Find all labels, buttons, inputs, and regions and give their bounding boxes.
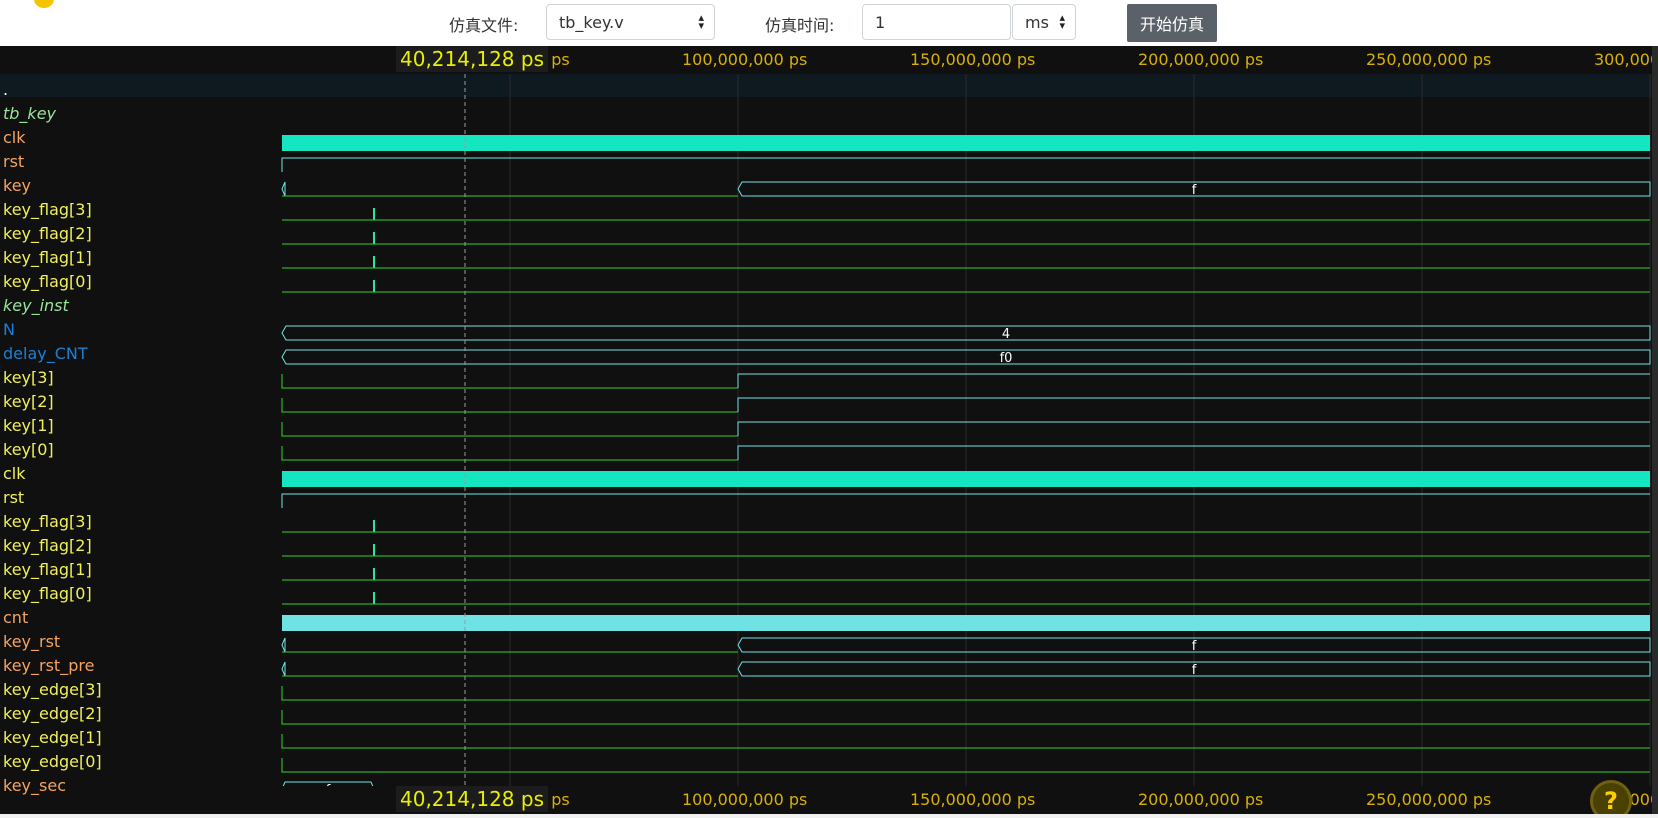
toolbar: 仿真文件: tb_key.v ▴ ▾ 仿真时间: 1 ms ▴ ▾ 开始仿真 <box>0 0 1658 46</box>
signal-name[interactable]: key[2] <box>3 392 54 411</box>
waveform-viewer[interactable]: f4f0fff 0 ps 100,000,000 ps 150,000,000 … <box>0 46 1658 814</box>
clock-wave <box>282 135 1650 151</box>
signal-name[interactable]: key_edge[3] <box>3 680 102 699</box>
ruler-tick: 200,000,000 ps <box>1138 50 1264 69</box>
signal-name[interactable]: key_flag[2] <box>3 224 92 243</box>
signal-name[interactable]: key_inst <box>3 296 69 315</box>
unit-select[interactable]: ms ▴ ▾ <box>1012 4 1076 40</box>
bus-wave <box>281 637 286 653</box>
signal-name[interactable]: key_edge[0] <box>3 752 102 771</box>
bus-wave <box>281 181 286 197</box>
file-select[interactable]: tb_key.v ▴ ▾ <box>546 4 715 40</box>
signal-name[interactable]: key <box>3 176 31 195</box>
vertical-scrollbar[interactable] <box>1652 46 1658 814</box>
signal-name[interactable]: key_sec <box>3 776 66 795</box>
signal-name[interactable]: key[1] <box>3 416 54 435</box>
signal-name[interactable]: key_flag[0] <box>3 584 92 603</box>
ruler-tick: 300,000,000 ps <box>1594 50 1658 69</box>
ruler-tick: 200,000,000 ps <box>1138 790 1264 809</box>
signal-name[interactable]: key[3] <box>3 368 54 387</box>
help-icon[interactable]: ? <box>1590 780 1632 814</box>
time-label: 仿真时间: <box>765 16 835 35</box>
clock-wave <box>282 471 1650 487</box>
signal-name[interactable]: clk <box>3 464 26 483</box>
signal-name[interactable]: N <box>3 320 15 339</box>
signal-name[interactable]: rst <box>3 152 24 171</box>
logo-icon <box>34 0 54 8</box>
ruler-tick: 250,000,000 ps <box>1366 50 1492 69</box>
bottom-edge <box>0 814 1658 818</box>
signal-name[interactable]: cnt <box>3 608 28 627</box>
bus-value: f <box>1192 639 1197 654</box>
bus-value: f0 <box>1000 351 1013 366</box>
time-input-value: 1 <box>875 13 886 32</box>
signal-name[interactable]: key_flag[3] <box>3 200 92 219</box>
signal-name[interactable]: key_flag[1] <box>3 248 92 267</box>
bus-value: 4 <box>1002 327 1010 342</box>
file-select-value: tb_key.v <box>559 13 624 32</box>
signal-name[interactable]: key_flag[2] <box>3 536 92 555</box>
signal-name[interactable]: key_edge[1] <box>3 728 102 747</box>
cursor-time-badge: 40,214,128 ps <box>396 46 548 72</box>
select-arrows-icon: ▴ ▾ <box>698 11 704 32</box>
unit-select-value: ms <box>1025 13 1049 32</box>
ruler-tick: 150,000,000 ps <box>910 790 1036 809</box>
bus-wave <box>281 661 286 677</box>
signal-name[interactable]: tb_key <box>3 104 56 123</box>
dense-wave <box>282 615 1650 631</box>
signal-name[interactable]: key_rst <box>3 632 60 651</box>
bus-value: f <box>1192 663 1197 678</box>
cursor-time-badge: 40,214,128 ps <box>396 786 548 812</box>
signal-name[interactable]: key[0] <box>3 440 54 459</box>
signal-name[interactable]: . <box>3 80 8 99</box>
bus-value: f <box>1192 183 1197 198</box>
time-ruler-top: 0 ps 100,000,000 ps 150,000,000 ps 200,0… <box>0 46 1658 74</box>
ruler-tick: 100,000,000 ps <box>682 790 808 809</box>
file-label: 仿真文件: <box>449 16 519 35</box>
signal-name[interactable]: key_rst_pre <box>3 656 94 675</box>
signal-name[interactable]: key_flag[1] <box>3 560 92 579</box>
signal-name[interactable]: key_flag[0] <box>3 272 92 291</box>
time-ruler-bottom: 0 ps 100,000,000 ps 150,000,000 ps 200,0… <box>0 786 1658 814</box>
ruler-tick: 100,000,000 ps <box>682 50 808 69</box>
signal-name[interactable]: clk <box>3 128 26 147</box>
ruler-tick: 150,000,000 ps <box>910 50 1036 69</box>
signal-name[interactable]: key_flag[3] <box>3 512 92 531</box>
time-input[interactable]: 1 <box>862 4 1011 40</box>
select-arrows-icon: ▴ ▾ <box>1059 11 1065 32</box>
signal-name[interactable]: delay_CNT <box>3 344 88 363</box>
ruler-tick: 250,000,000 ps <box>1366 790 1492 809</box>
start-simulation-button[interactable]: 开始仿真 <box>1127 4 1217 42</box>
signal-name[interactable]: rst <box>3 488 24 507</box>
waveform-plot[interactable]: f4f0fff <box>0 46 1658 814</box>
signal-name[interactable]: key_edge[2] <box>3 704 102 723</box>
